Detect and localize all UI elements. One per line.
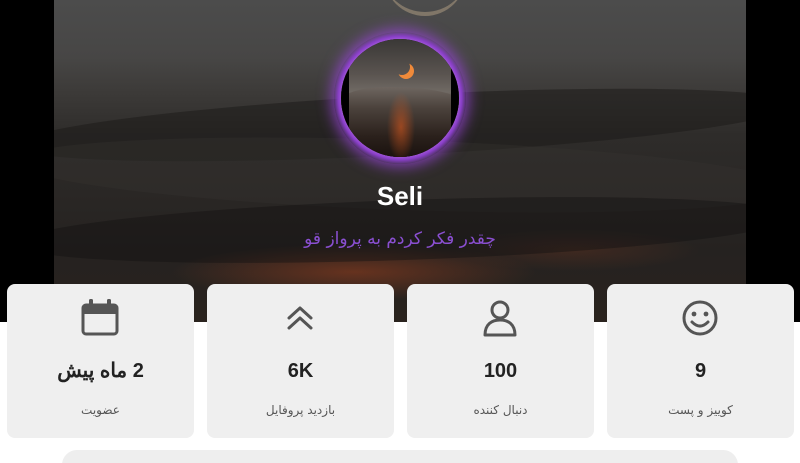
user-icon: [480, 298, 520, 338]
stat-label: کوییز و پست: [668, 403, 733, 417]
profile-bio: چقدر فکر کردم به پرواز قو: [304, 229, 496, 249]
stat-card-profile-views[interactable]: 6K بازدید پروفایل: [207, 284, 394, 438]
stat-label: دنبال کننده: [473, 403, 528, 417]
stat-card-followers[interactable]: 100 دنبال کننده: [407, 284, 594, 438]
stat-card-membership[interactable]: 2 ماه پیش عضویت: [7, 284, 194, 438]
stat-label: بازدید پروفایل: [265, 403, 336, 417]
avatar[interactable]: [341, 39, 459, 157]
smiley-icon: [680, 298, 720, 338]
cover-moon-arc: [384, 0, 466, 16]
stat-value: 100: [483, 360, 518, 382]
profile-page: Seli چقدر فکر کردم به پرواز قو 2 ماه پیش…: [0, 0, 800, 463]
stat-label: عضویت: [81, 403, 120, 417]
stat-value: 2 ماه پیش: [57, 360, 144, 382]
crescent-moon: [394, 59, 410, 75]
stat-value: 9: [694, 360, 707, 382]
stat-card-quizzes-posts[interactable]: 9 کوییز و پست: [607, 284, 794, 438]
calendar-icon: [80, 298, 120, 338]
profile-name: Seli: [376, 181, 424, 211]
bottom-panel: [62, 450, 738, 463]
double-chevron-up-icon: [280, 298, 320, 338]
stat-value: 6K: [287, 360, 314, 382]
